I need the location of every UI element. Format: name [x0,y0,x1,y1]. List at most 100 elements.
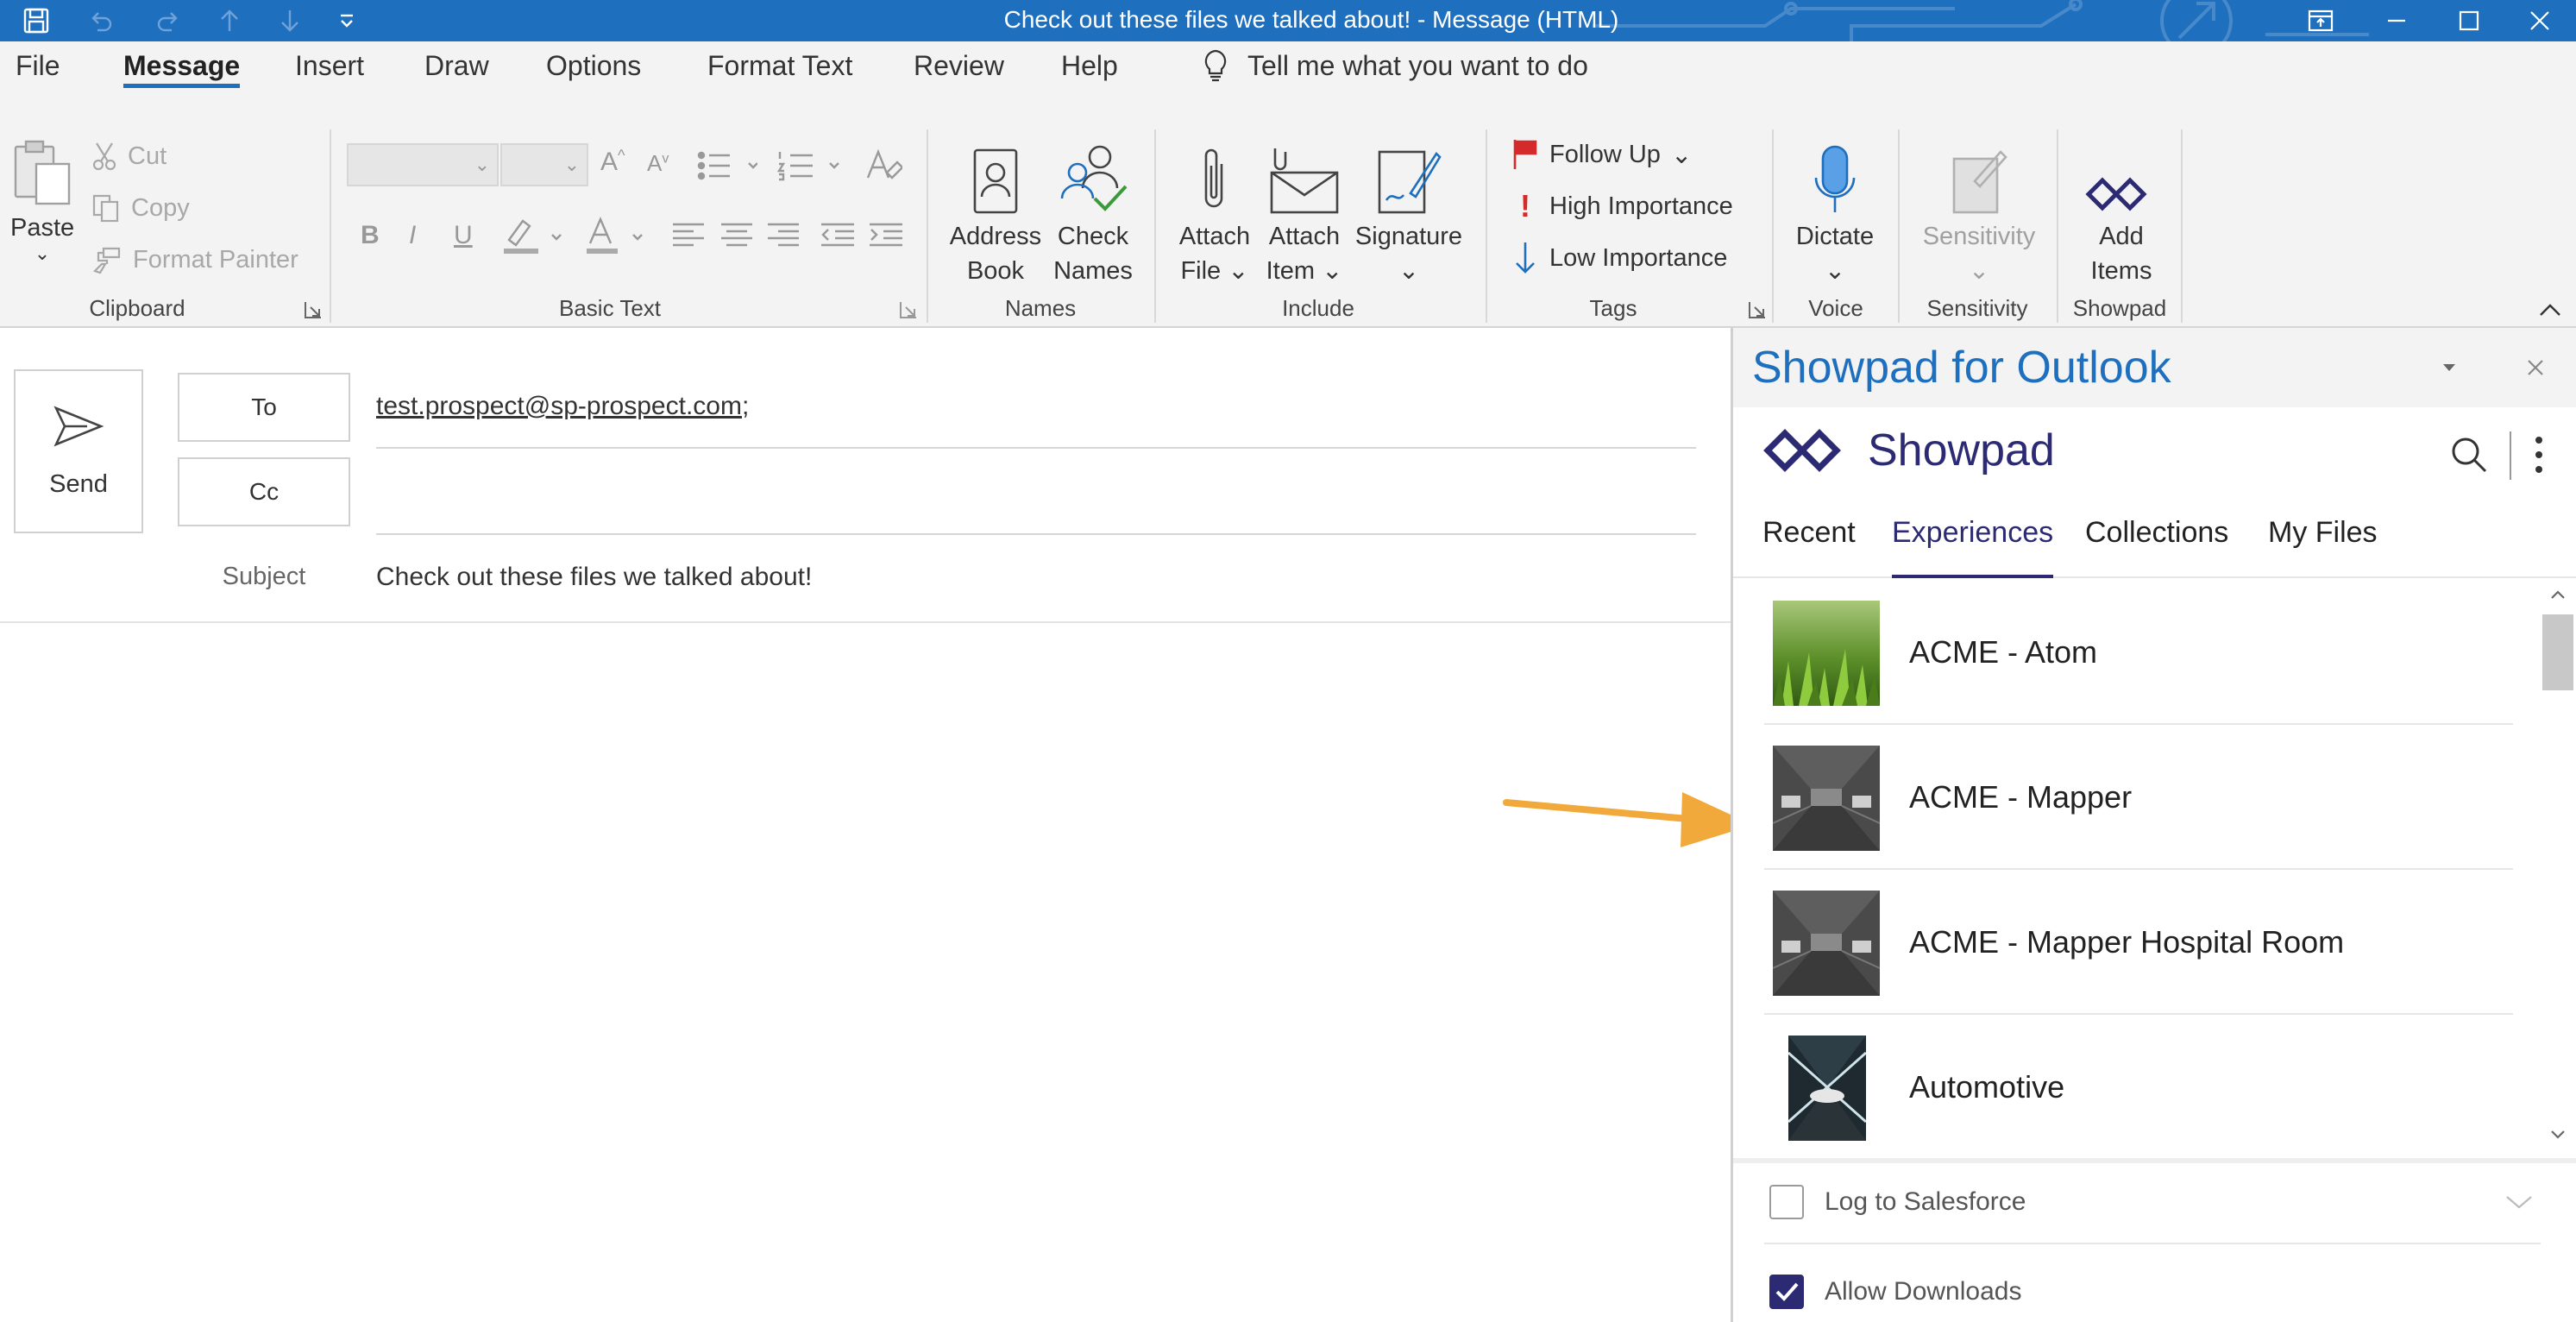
group-separator [1898,129,1900,323]
tab-experiences[interactable]: Experiences [1892,516,2054,578]
numbering-icon[interactable] [776,150,844,181]
showpad-logo-icon [1763,429,1841,472]
close-pane-icon[interactable] [2516,349,2554,387]
attach-file-label-2: File ⌄ [1180,257,1249,285]
add-items-label-2: Items [2090,257,2152,285]
undo-icon[interactable] [83,3,117,38]
attach-file-button[interactable]: Attach File ⌄ [1173,133,1256,288]
search-icon[interactable] [2449,435,2489,479]
to-field[interactable]: test.prospect@sp-prospect.com; [376,392,749,421]
arrow-down-icon[interactable] [273,3,307,38]
decrease-indent-icon[interactable] [820,221,856,250]
address-book-button[interactable]: Address Book [944,133,1047,288]
bold-button[interactable]: B [361,221,380,250]
redo-icon[interactable] [152,3,186,38]
maximize-button[interactable] [2431,0,2507,41]
chevron-down-icon[interactable] [2504,1193,2534,1211]
close-window-button[interactable] [2504,0,2576,41]
send-button[interactable]: Send [14,369,143,533]
bullets-icon[interactable] [697,150,757,181]
chevron-down-icon: ⌄ [1968,257,1990,285]
more-options-icon[interactable] [2534,433,2544,481]
font-name-select[interactable]: ⌄ [347,143,499,186]
align-center-icon[interactable] [719,221,754,250]
tab-insert[interactable]: Insert [295,41,364,90]
scroll-down-icon[interactable] [2549,1129,2567,1141]
ribbon-display-options-icon[interactable] [2283,0,2359,41]
increase-indent-icon[interactable] [868,221,904,250]
tab-options[interactable]: Options [546,41,641,90]
sensitivity-button[interactable]: Sensitivity ⌄ [1910,133,2048,288]
log-to-salesforce-checkbox[interactable] [1769,1185,1804,1219]
dialog-launcher-icon[interactable] [304,300,323,319]
dictate-label: Dictate [1795,223,1875,250]
cc-button[interactable]: Cc [178,457,350,526]
add-items-label-1: Add [2099,223,2144,250]
minimize-button[interactable] [2359,0,2435,41]
arrow-up-icon[interactable] [212,3,247,38]
allow-downloads-checkbox[interactable] [1769,1275,1804,1309]
add-items-button[interactable]: Add Items [2065,133,2177,288]
cc-field[interactable] [376,533,1696,535]
tab-collections[interactable]: Collections [2085,516,2228,578]
experience-name: ACME - Atom [1909,634,2098,670]
attach-item-button[interactable]: Attach Item ⌄ [1263,133,1346,288]
underline-button[interactable]: U [454,221,473,250]
italic-button[interactable]: I [409,221,416,250]
tab-draw[interactable]: Draw [424,41,489,90]
list-scrollbar[interactable] [2539,580,2573,1149]
list-item[interactable]: ACME - Mapper Hospital Room [1764,870,2513,1015]
high-importance-button[interactable]: ! High Importance [1511,185,1733,228]
tab-recent[interactable]: Recent [1762,516,1856,578]
grow-font-icon[interactable]: A^ [600,147,625,177]
pane-footer: Log to Salesforce Allow Downloads [1733,1158,2576,1322]
subject-field[interactable]: Check out these files we talked about! [376,563,812,592]
tab-file[interactable]: File [16,41,60,90]
shrink-font-icon[interactable]: Av [647,150,669,177]
list-item[interactable]: Automotive [1764,1015,2513,1156]
cut-button[interactable]: Cut [91,135,166,178]
experience-name: Automotive [1909,1069,2065,1105]
pane-options-icon[interactable] [2430,349,2468,387]
list-item[interactable]: ACME - Mapper [1764,725,2513,870]
low-importance-button[interactable]: Low Importance [1511,236,1727,280]
format-painter-button[interactable]: Format Painter [91,238,298,281]
group-separator [1486,129,1487,323]
align-left-icon[interactable] [671,221,706,250]
signature-button[interactable]: Signature ⌄ [1353,133,1465,288]
to-button[interactable]: To [178,373,350,442]
save-icon[interactable] [19,3,53,38]
tab-review[interactable]: Review [914,41,1004,90]
highlight-icon[interactable] [500,216,566,255]
list-item[interactable]: ACME - Atom [1764,580,2513,725]
dialog-launcher-icon[interactable] [899,300,918,319]
recipient-email[interactable]: test.prospect@sp-prospect.com [376,392,742,420]
dialog-launcher-icon[interactable] [1748,300,1767,319]
tab-my-files[interactable]: My Files [2268,516,2378,578]
showpad-brand-name: Showpad [1868,425,2055,475]
scroll-up-icon[interactable] [2549,589,2567,601]
log-to-salesforce-row[interactable]: Log to Salesforce [1733,1163,2576,1241]
customize-toolbar-icon[interactable] [330,3,364,38]
dictate-button[interactable]: Dictate ⌄ [1787,133,1882,288]
allow-downloads-row[interactable]: Allow Downloads [1733,1253,2576,1322]
tab-format-text[interactable]: Format Text [707,41,852,90]
paste-button[interactable]: Paste ⌄ [10,133,74,263]
copy-button[interactable]: Copy [91,186,190,230]
check-names-button[interactable]: Check Names [1047,133,1139,288]
tab-message[interactable]: Message [123,41,241,90]
format-painter-label: Format Painter [133,245,298,274]
font-size-select[interactable]: ⌄ [500,143,588,186]
clear-formatting-icon[interactable] [864,147,902,185]
collapse-ribbon-icon[interactable] [2538,302,2562,318]
follow-up-button[interactable]: Follow Up ⌄ [1511,133,1692,176]
tab-help[interactable]: Help [1061,41,1118,90]
names-group-label: Names [1004,295,1077,321]
scrollbar-thumb[interactable] [2542,614,2573,690]
experience-thumbnail [1788,1036,1866,1141]
font-color-icon[interactable] [583,216,649,255]
tell-me-search[interactable]: Tell me what you want to do [1201,41,1588,90]
arrow-down-icon [1516,242,1535,274]
message-body[interactable] [0,623,1731,1322]
align-right-icon[interactable] [766,221,801,250]
